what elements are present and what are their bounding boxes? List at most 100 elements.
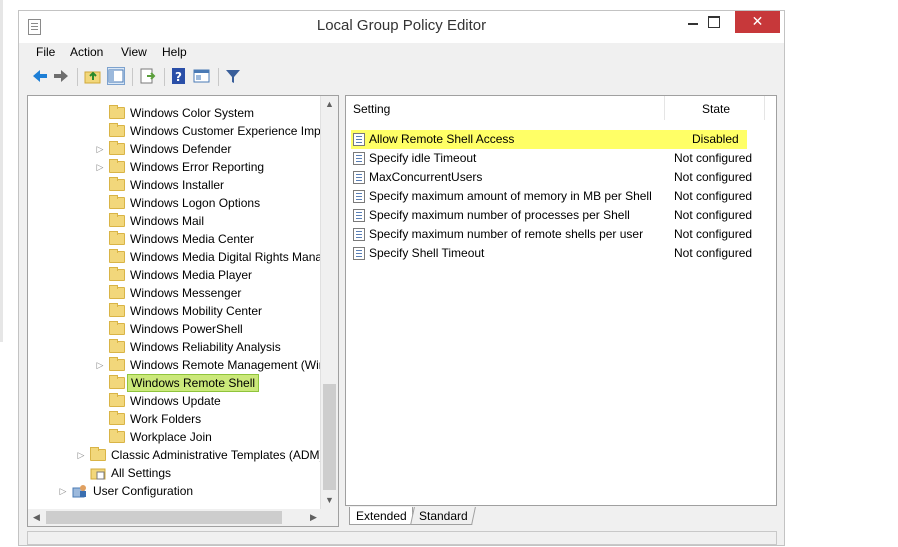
policy-setting-icon (353, 133, 365, 146)
policy-state: Not configured (674, 227, 753, 241)
policy-name: Specify Shell Timeout (369, 246, 485, 260)
policy-name: Specify idle Timeout (369, 151, 477, 165)
toolbar-separator (164, 68, 165, 86)
policy-row[interactable]: Specify maximum number of remote shells … (351, 225, 756, 244)
folder-icon (109, 285, 125, 299)
toolbar-separator (132, 68, 133, 86)
tree-vertical-scrollbar[interactable]: ▲ ▼ (320, 96, 338, 526)
all-settings-icon (90, 466, 106, 480)
tree-item-label: Windows Mobility Center (130, 304, 263, 318)
column-header-state[interactable]: State (702, 102, 730, 116)
tree-item-label: Windows Remote Management (Win (130, 358, 326, 372)
column-header-setting[interactable]: Setting (353, 102, 390, 116)
expand-arrow-icon[interactable]: ▷ (95, 356, 105, 374)
tree-item-label: Windows Update (130, 394, 221, 408)
menu-file[interactable]: File (36, 45, 55, 59)
tree-item-label: Windows Mail (130, 214, 205, 228)
folder-icon (109, 159, 125, 173)
help-icon[interactable]: ? (170, 67, 188, 85)
column-divider[interactable] (664, 96, 665, 120)
column-divider[interactable] (764, 96, 765, 120)
policy-setting-icon (353, 171, 365, 184)
tree-item-label: Windows Error Reporting (130, 160, 265, 174)
policy-name: Specify maximum amount of memory in MB p… (369, 189, 652, 203)
tree-item-label: Windows Messenger (130, 286, 242, 300)
scroll-down-arrow-icon[interactable]: ▼ (321, 492, 338, 509)
expand-arrow-icon[interactable]: ▷ (95, 158, 105, 176)
export-list-icon[interactable] (139, 67, 157, 85)
scrollbar-thumb[interactable] (46, 511, 282, 524)
policy-setting-icon (353, 247, 365, 260)
folder-icon (109, 393, 125, 407)
settings-list: Setting State Allow Remote Shell Access D… (345, 95, 777, 506)
policy-setting-icon (353, 228, 365, 241)
tree-item-label: All Settings (111, 466, 172, 480)
folder-icon (109, 321, 125, 335)
filter-icon[interactable] (224, 67, 242, 85)
policy-name: Specify maximum number of processes per … (369, 208, 630, 222)
tree-horizontal-scrollbar[interactable]: ◀ ▶ (28, 509, 322, 526)
expand-arrow-icon[interactable]: ▷ (95, 140, 105, 158)
folder-icon (90, 447, 106, 461)
tree-item-label: Windows Reliability Analysis (130, 340, 281, 354)
folder-icon (109, 231, 125, 245)
folder-icon (109, 249, 125, 263)
folder-icon (109, 141, 125, 155)
policy-row[interactable]: Specify Shell Timeout Not configured (351, 244, 756, 263)
scroll-left-arrow-icon[interactable]: ◀ (28, 509, 45, 526)
folder-icon (109, 429, 125, 443)
svg-text:?: ? (175, 70, 182, 84)
policy-name: Allow Remote Shell Access (369, 132, 515, 146)
tree-item-label: Windows PowerShell (130, 322, 243, 336)
tree-item-label: User Configuration (93, 484, 194, 498)
navigation-tree[interactable]: Windows Color System Windows Customer Exp… (27, 95, 339, 527)
policy-row[interactable]: Allow Remote Shell Access Disabled (351, 130, 747, 149)
folder-icon (109, 105, 125, 119)
tree-item-label: Workplace Join (130, 430, 212, 444)
expand-arrow-icon[interactable]: ▷ (76, 446, 86, 464)
tab-extended[interactable]: Extended (349, 507, 413, 525)
tab-standard-label: Standard (419, 509, 468, 523)
policy-state: Disabled (692, 132, 739, 146)
tree-item-label: Windows Color System (130, 106, 255, 120)
policy-row[interactable]: Specify maximum number of processes per … (351, 206, 756, 225)
scroll-up-arrow-icon[interactable]: ▲ (321, 96, 338, 113)
tree-item-label: Windows Media Digital Rights Manag (130, 250, 329, 264)
tree-item-label: Windows Media Center (130, 232, 255, 246)
tree-item-label: Classic Administrative Templates (ADM) (111, 448, 324, 462)
gpedit-window: Local Group Policy Editor ✕ File Action … (18, 10, 785, 546)
scrollbar-thumb[interactable] (323, 384, 336, 490)
policy-state: Not configured (674, 246, 753, 260)
tree-item-label: Work Folders (130, 412, 202, 426)
list-header: Setting State (346, 96, 776, 120)
title-bar[interactable]: Local Group Policy Editor ✕ (19, 11, 784, 43)
menu-bar: File Action View Help (19, 43, 784, 63)
menu-help[interactable]: Help (162, 45, 187, 59)
folder-icon (109, 411, 125, 425)
menu-action[interactable]: Action (70, 45, 103, 59)
toolbar-separator (218, 68, 219, 86)
folder-icon (109, 177, 125, 191)
policy-row[interactable]: MaxConcurrentUsers Not configured (351, 168, 756, 187)
back-arrow-icon[interactable] (31, 67, 49, 85)
up-folder-icon[interactable] (84, 67, 102, 85)
close-button[interactable]: ✕ (735, 11, 780, 33)
policy-setting-icon (353, 190, 365, 203)
menu-view[interactable]: View (121, 45, 147, 59)
expand-arrow-icon[interactable]: ▷ (58, 482, 68, 500)
tab-standard[interactable]: Standard (410, 507, 476, 525)
maximize-button[interactable] (693, 11, 735, 33)
properties-icon[interactable] (193, 67, 211, 85)
forward-arrow-icon[interactable] (52, 67, 70, 85)
scroll-right-arrow-icon[interactable]: ▶ (305, 509, 322, 526)
policy-row[interactable]: Specify maximum amount of memory in MB p… (351, 187, 756, 206)
tree-item-label: Windows Customer Experience Impro (130, 124, 332, 138)
policy-state: Not configured (674, 189, 753, 203)
background-strip (0, 0, 3, 342)
policy-row[interactable]: Specify idle Timeout Not configured (351, 149, 756, 168)
folder-icon (109, 339, 125, 353)
folder-icon (109, 123, 125, 137)
policy-state: Not configured (674, 170, 753, 184)
policy-name: Specify maximum number of remote shells … (369, 227, 644, 241)
show-hide-tree-icon[interactable] (107, 67, 125, 85)
